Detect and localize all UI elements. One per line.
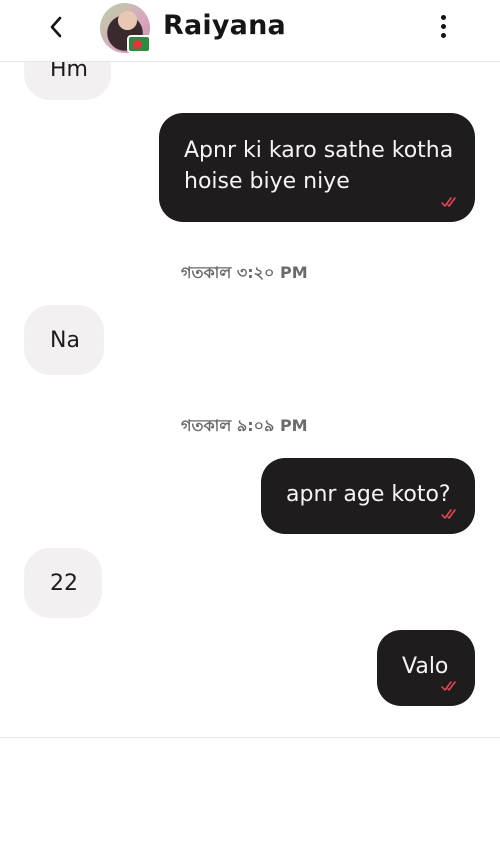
message-bubble-incoming[interactable]: Na [24, 305, 104, 375]
message-bubble-incoming[interactable]: 22 [24, 548, 102, 618]
message-text: Apnr ki karo sathe kotha hoise biye niye [184, 138, 454, 194]
more-options-button[interactable] [433, 12, 453, 44]
back-button[interactable] [42, 12, 72, 42]
contact-name[interactable]: Raiyana [163, 10, 286, 41]
message-bubble-outgoing[interactable]: apnr age koto? [261, 458, 475, 534]
message-text: Valo [402, 654, 449, 679]
read-ticks-icon [441, 681, 456, 691]
message-text: 22 [50, 571, 78, 596]
message-text: Na [50, 328, 80, 353]
read-ticks-icon [441, 197, 456, 207]
chevron-left-icon [50, 16, 62, 38]
message-bubble-outgoing[interactable]: Valo [377, 630, 475, 706]
message-text: apnr age koto? [286, 482, 451, 507]
timestamp: গতকাল ৩:২০ PM [181, 263, 308, 282]
timestamp: গতকাল ৯:০৯ PM [181, 416, 308, 435]
more-vertical-icon [433, 15, 453, 38]
message-bubble-outgoing[interactable]: Apnr ki karo sathe kotha hoise biye niye [159, 113, 475, 222]
bangladesh-flag-icon [127, 35, 151, 53]
chat-header: Raiyana [0, 0, 500, 62]
divider [0, 737, 500, 738]
read-ticks-icon [441, 509, 456, 519]
